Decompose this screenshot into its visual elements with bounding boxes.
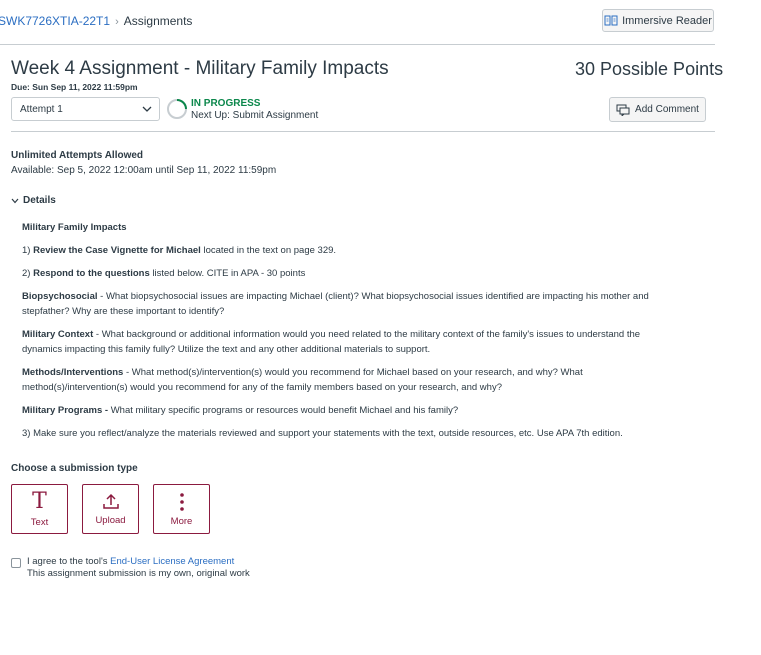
question-methods-interventions: Methods/Interventions - What method(s)/i…	[22, 367, 583, 393]
details-label: Details	[23, 195, 56, 206]
submission-more-button[interactable]: More	[153, 484, 210, 534]
breadcrumb-separator: ›	[115, 16, 119, 28]
immersive-reader-icon	[604, 15, 618, 25]
immersive-reader-button[interactable]: Immersive Reader	[602, 9, 714, 32]
comment-icon	[616, 104, 630, 116]
attempt-select-value: Attempt 1	[20, 103, 63, 115]
attempt-select[interactable]: Attempt 1	[11, 97, 160, 121]
submission-text-label: Text	[30, 516, 49, 528]
question-military-context: Military Context - What background or ad…	[22, 329, 641, 355]
status-badge: IN PROGRESS	[191, 98, 261, 109]
submission-text-button[interactable]: T Text	[11, 484, 68, 534]
more-vertical-icon	[179, 492, 184, 511]
question-biopsychosocial: Biopsychosocial - What biopsychosocial i…	[22, 291, 649, 317]
header-divider	[0, 44, 715, 45]
submission-upload-label: Upload	[95, 514, 126, 526]
breadcrumb: SWK7726XTIA-22T1 › Assignments	[0, 14, 192, 28]
availability-dates: Available: Sep 5, 2022 12:00am until Sep…	[11, 165, 277, 176]
progress-ring-icon	[167, 99, 187, 119]
question-military-programs: Military Programs - What military specif…	[22, 405, 459, 416]
agreement-row: I agree to the tool's End-User License A…	[11, 556, 250, 580]
description-step-3: 3) Make sure you reflect/analyze the mat…	[22, 428, 623, 439]
assignment-description: Military Family Impacts 1) Review the Ca…	[22, 220, 682, 449]
possible-points: 30 Possible Points	[575, 59, 724, 79]
add-comment-button[interactable]: Add Comment	[609, 97, 706, 122]
agreement-text: I agree to the tool's End-User License A…	[27, 556, 250, 580]
submission-type-heading: Choose a submission type	[11, 463, 138, 474]
submission-more-label: More	[170, 515, 193, 527]
add-comment-label: Add Comment	[635, 104, 699, 115]
upload-icon	[102, 493, 119, 509]
breadcrumb-course-link[interactable]: SWK7726XTIA-22T1	[0, 14, 110, 28]
agreement-statement: This assignment submission is my own, or…	[27, 568, 250, 579]
agreement-prefix: I agree to the tool's	[27, 556, 111, 567]
chevron-down-icon	[142, 106, 152, 112]
section-divider	[11, 131, 715, 132]
agreement-checkbox[interactable]	[11, 558, 21, 568]
description-step-2: 2) Respond to the questions listed below…	[22, 268, 306, 279]
description-heading: Military Family Impacts	[22, 222, 127, 233]
text-icon: T	[32, 488, 47, 514]
attempts-allowed: Unlimited Attempts Allowed	[11, 150, 144, 161]
details-toggle[interactable]: Details	[11, 195, 56, 206]
immersive-reader-label: Immersive Reader	[622, 14, 712, 27]
submission-upload-button[interactable]: Upload	[82, 484, 139, 534]
description-step-1: 1) Review the Case Vignette for Michael …	[22, 245, 337, 256]
due-date: Due: Sun Sep 11, 2022 11:59pm	[11, 82, 138, 92]
breadcrumb-current: Assignments	[123, 14, 193, 28]
eula-link[interactable]: End-User License Agreement	[110, 556, 234, 567]
chevron-down-icon	[11, 198, 19, 203]
page-title: Week 4 Assignment - Military Family Impa…	[11, 58, 389, 79]
status-next-step: Next Up: Submit Assignment	[191, 110, 319, 121]
